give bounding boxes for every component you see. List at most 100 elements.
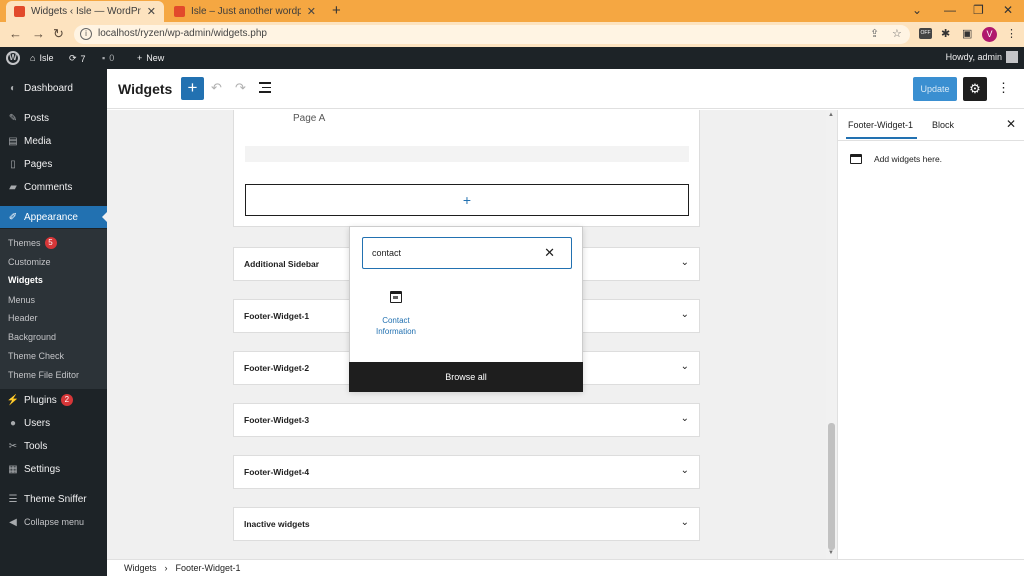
clear-search-icon[interactable]: ✕ (544, 245, 555, 261)
maximize-icon[interactable]: ❐ (973, 3, 984, 17)
reload-icon[interactable]: ↻ (53, 26, 64, 42)
menu-item-tools[interactable]: ✂ Tools (0, 440, 107, 452)
bookmark-star-icon[interactable]: ☆ (892, 27, 902, 40)
howdy-text: Howdy, admin (945, 52, 1002, 62)
menu-item-media[interactable]: ▤ Media (0, 135, 107, 147)
chevron-down-icon[interactable]: ⌄ (681, 309, 689, 320)
widget-area-description: Add widgets here. (874, 154, 943, 164)
quick-inserter-popover: contact ✕ Contact Information Browse all (349, 226, 583, 392)
chevron-down-icon[interactable]: ⌄ (681, 413, 689, 424)
page-list-item[interactable]: Page A (293, 113, 325, 124)
block-result-contact-information[interactable]: Contact Information (364, 291, 428, 337)
menu-label: Pages (24, 158, 53, 170)
undo-icon[interactable]: ↶ (211, 80, 222, 96)
minimize-icon[interactable]: — (944, 3, 956, 17)
menu-item-plugins[interactable]: ⚡ Plugins 2 (0, 394, 107, 406)
browser-toolbar: ← → ↻ i localhost/ryzen/wp-admin/widgets… (0, 22, 1024, 47)
widget-area-title: Footer-Widget-4 (244, 467, 310, 477)
chevron-down-icon[interactable]: ⌄ (681, 465, 689, 476)
chevron-down-icon[interactable]: ⌄ (681, 517, 689, 528)
submenu-item-widgets[interactable]: Widgets (8, 275, 43, 285)
submenu-item-theme-check[interactable]: Theme Check (8, 351, 64, 361)
scrollbar-thumb[interactable] (828, 423, 835, 550)
comments-link[interactable]: ▪ 0 (102, 53, 114, 63)
menu-item-appearance[interactable]: ✐ Appearance (0, 206, 107, 228)
breadcrumb-item-widgets[interactable]: Widgets (124, 563, 157, 573)
submenu-item-theme-file-editor[interactable]: Theme File Editor (8, 370, 79, 380)
widget-area-footer-widget-3[interactable]: Footer-Widget-3 ⌄ (233, 403, 700, 437)
list-icon: ☰ (8, 493, 18, 505)
submenu-item-customize[interactable]: Customize (8, 257, 51, 267)
close-tab-icon[interactable]: ✕ (147, 5, 156, 18)
extension-off-icon[interactable]: OFF (919, 28, 932, 39)
tab-block[interactable]: Block (932, 120, 954, 130)
tab-widget-area[interactable]: Footer-Widget-1 (845, 120, 918, 139)
forward-icon[interactable]: → (32, 26, 45, 41)
submenu-item-header[interactable]: Header (8, 313, 38, 323)
back-icon[interactable]: ← (9, 26, 22, 41)
redo-icon[interactable]: ↷ (235, 80, 246, 96)
browse-all-button[interactable]: Browse all (349, 362, 583, 392)
close-tab-icon[interactable]: ✕ (307, 5, 316, 18)
tab-search-icon[interactable]: ⌄ (912, 3, 922, 17)
block-search-input[interactable]: contact ✕ (362, 237, 572, 269)
submenu-item-background[interactable]: Background (8, 332, 56, 342)
breadcrumb-item-footer-widget-1[interactable]: Footer-Widget-1 (176, 563, 241, 573)
site-info-icon[interactable]: i (80, 28, 92, 40)
menu-item-comments[interactable]: ▰ Comments (0, 181, 107, 193)
site-name-link[interactable]: ⌂ Isle (30, 53, 53, 63)
profile-avatar[interactable]: V (982, 27, 997, 42)
menu-item-pages[interactable]: ▯ Pages (0, 158, 107, 170)
list-view-icon[interactable] (259, 82, 271, 96)
menu-item-theme-sniffer[interactable]: ☰ Theme Sniffer (0, 493, 107, 505)
menu-item-dashboard[interactable]: ◐ Dashboard (0, 82, 107, 94)
widget-area-icon (850, 154, 862, 164)
side-panel-icon[interactable]: ▣ (962, 27, 972, 40)
collapse-menu-button[interactable]: ◀ Collapse menu (0, 516, 107, 528)
wordpress-favicon-icon (14, 6, 25, 17)
settings-gear-icon[interactable]: ⚙ (963, 77, 987, 101)
close-sidebar-icon[interactable]: ✕ (1006, 117, 1016, 131)
menu-item-settings[interactable]: ▦ Settings (0, 463, 107, 475)
block-appender-button[interactable]: + (245, 184, 689, 216)
admin-menu: ◐ Dashboard ✎ Posts ▤ Media ▯ Pages ▰ Co… (0, 69, 107, 576)
themes-update-badge: 5 (44, 237, 57, 249)
widget-area-inactive-widgets[interactable]: Inactive widgets ⌄ (233, 507, 700, 541)
browser-tabstrip: Widgets ‹ Isle — WordPress ✕ Isle – Just… (0, 0, 1024, 22)
add-block-button[interactable]: + (181, 77, 204, 100)
chevron-down-icon[interactable]: ⌄ (681, 257, 689, 268)
address-bar[interactable]: i localhost/ryzen/wp-admin/widgets.php ⇪… (74, 25, 910, 44)
share-icon[interactable]: ⇪ (870, 27, 879, 40)
plug-icon: ⚡ (6, 394, 20, 406)
scroll-up-icon[interactable]: ▲ (828, 112, 834, 118)
widget-area-footer-widget-4[interactable]: Footer-Widget-4 ⌄ (233, 455, 700, 489)
canvas-scrollbar[interactable]: ▲ ▼ (826, 110, 837, 559)
menu-label: Media (24, 135, 52, 147)
scroll-down-icon[interactable]: ▼ (828, 550, 834, 556)
block-placeholder (245, 146, 689, 162)
chevron-down-icon[interactable]: ⌄ (681, 361, 689, 372)
browser-tab-widgets[interactable]: Widgets ‹ Isle — WordPress ✕ (6, 1, 164, 22)
widget-area-title: Footer-Widget-1 (244, 311, 310, 321)
menu-item-users[interactable]: ● Users (0, 417, 107, 429)
avatar (1006, 51, 1018, 63)
wordpress-logo-icon[interactable]: W (6, 51, 20, 65)
site-name: Isle (39, 53, 54, 63)
submenu-item-menus[interactable]: Menus (8, 295, 35, 305)
close-window-icon[interactable]: ✕ (1003, 3, 1013, 17)
options-menu-icon[interactable]: ⋮ (997, 80, 1010, 96)
my-account-link[interactable]: Howdy, admin (946, 51, 1018, 63)
new-label: New (146, 53, 165, 63)
submenu-item-themes[interactable]: Themes 5 (8, 237, 57, 249)
browser-menu-icon[interactable]: ⋮ (1006, 27, 1017, 40)
extensions-puzzle-icon[interactable]: ✱ (941, 27, 950, 40)
new-content-link[interactable]: + New (137, 53, 164, 63)
menu-item-posts[interactable]: ✎ Posts (0, 112, 107, 124)
browser-tab-site[interactable]: Isle – Just another wordpress theme ✕ (166, 1, 324, 22)
menu-label: Settings (24, 463, 61, 475)
new-tab-button[interactable]: + (332, 2, 341, 19)
updates-link[interactable]: ⟳ 7 (69, 53, 86, 64)
comment-icon: ▰ (9, 181, 17, 193)
widget-area-info: Add widgets here. (850, 154, 942, 164)
update-button[interactable]: Update (913, 77, 957, 101)
